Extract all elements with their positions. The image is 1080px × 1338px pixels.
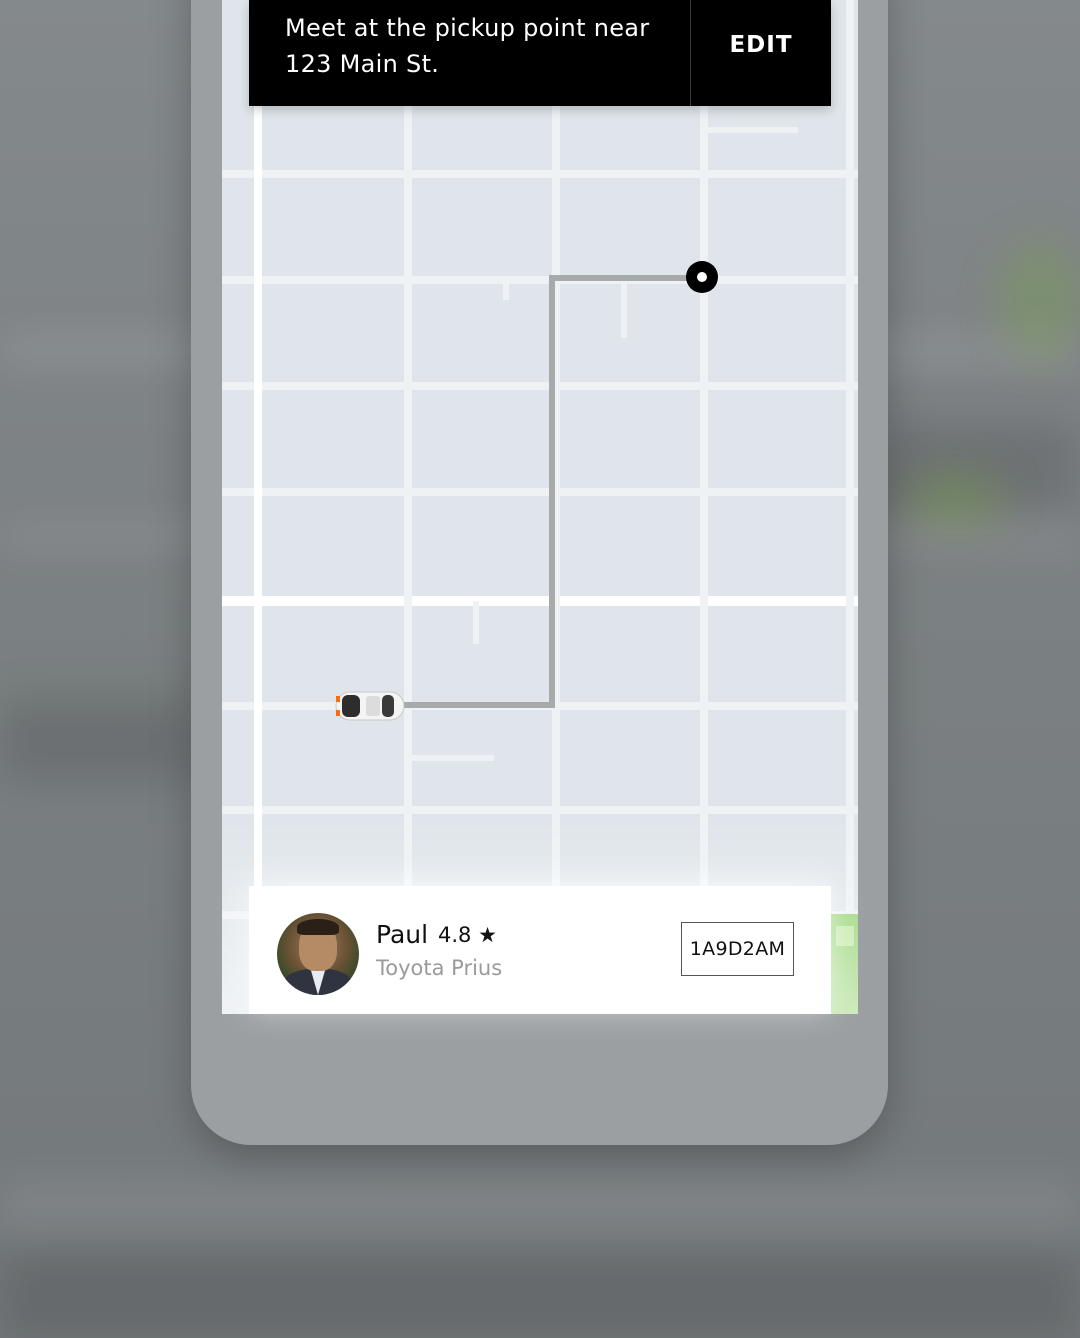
driver-card[interactable]: Paul 4.8 ★ Toyota Prius 1A9D2AM [249,886,831,1014]
driver-rating: 4.8 ★ [438,923,497,947]
map-view[interactable] [222,0,858,1014]
driver-avatar[interactable] [277,913,359,995]
pickup-instructions-address: 123 Main St. [285,50,440,78]
driver-name: Paul [376,920,429,949]
edit-pickup-button[interactable]: EDIT [691,0,831,106]
pickup-instructions-line1: Meet at the pickup point near [285,14,650,42]
pickup-banner: Meet at the pickup point near 123 Main S… [249,0,831,106]
license-plate: 1A9D2AM [681,922,794,976]
car-topdown-icon [335,691,405,721]
vehicle-model: Toyota Prius [376,956,503,980]
map-canvas[interactable] [222,0,858,1014]
pickup-pin-icon [686,261,718,293]
pickup-instructions: Meet at the pickup point near 123 Main S… [249,0,690,106]
